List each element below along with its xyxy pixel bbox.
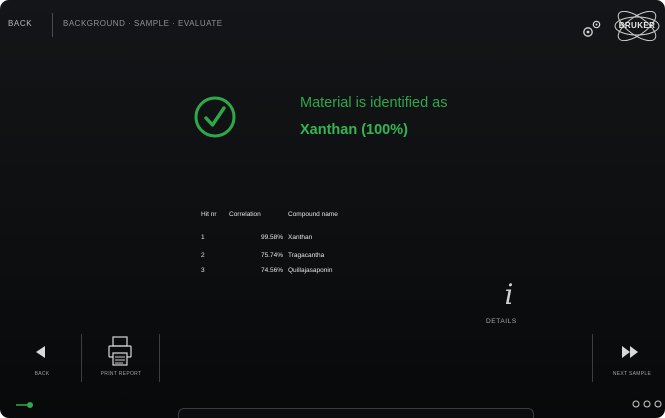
column-header-compound: Compound name [288, 211, 338, 218]
details-label[interactable]: DETAILS [486, 318, 517, 325]
table-row: 1 99.58% Xanthan [201, 234, 401, 244]
top-divider [52, 13, 53, 37]
table-row: 3 74.56% Quillajasaponin [201, 267, 401, 277]
next-sample-label: NEXT SAMPLE [612, 371, 652, 377]
compound-name: Xanthan [288, 234, 313, 241]
identified-material: Xanthan (100%) [300, 122, 408, 138]
page-dots-icon[interactable] [632, 398, 665, 410]
print-report-label: PRINT REPORT [100, 371, 142, 377]
hit-number: 3 [201, 267, 205, 274]
gear-icon[interactable] [580, 19, 604, 39]
column-header-hit: Hit nr [201, 211, 217, 218]
column-header-correlation: Correlation [229, 211, 261, 218]
app-screen: BACK BACKGROUND · SAMPLE · EVALUATE BRUK… [0, 0, 665, 418]
hit-number: 1 [201, 234, 205, 241]
correlation-value: 99.58% [260, 234, 283, 241]
nav-divider [159, 334, 160, 382]
correlation-value: 75.74% [260, 252, 283, 259]
print-report-button[interactable]: PRINT REPORT [93, 336, 149, 382]
top-bar: BACK BACKGROUND · SAMPLE · EVALUATE BRUK… [0, 0, 665, 50]
correlation-value: 74.56% [260, 267, 283, 274]
check-circle-icon [194, 96, 236, 138]
info-icon[interactable]: i [499, 280, 519, 310]
top-back-button[interactable]: BACK [8, 19, 32, 28]
printer-icon [108, 336, 132, 366]
next-sample-button[interactable]: NEXT SAMPLE [604, 342, 660, 382]
bottom-drawer-handle[interactable] [178, 408, 534, 418]
hit-number: 2 [201, 252, 205, 259]
back-arrow-icon [36, 346, 45, 358]
compound-name: Tragacantha [288, 252, 325, 259]
breadcrumb: BACKGROUND · SAMPLE · EVALUATE [63, 19, 223, 28]
fast-forward-icon [622, 346, 638, 358]
back-label: BACK [34, 371, 50, 377]
nav-divider [81, 334, 82, 382]
identification-message: Material is identified as [300, 95, 448, 111]
nav-divider [592, 334, 593, 382]
table-row: 2 75.74% Tragacantha [201, 252, 401, 262]
compound-name: Quillajasaponin [288, 267, 333, 274]
plug-icon [16, 402, 33, 408]
logo-text: BRUKER [618, 21, 656, 30]
back-button[interactable]: BACK [22, 342, 62, 382]
